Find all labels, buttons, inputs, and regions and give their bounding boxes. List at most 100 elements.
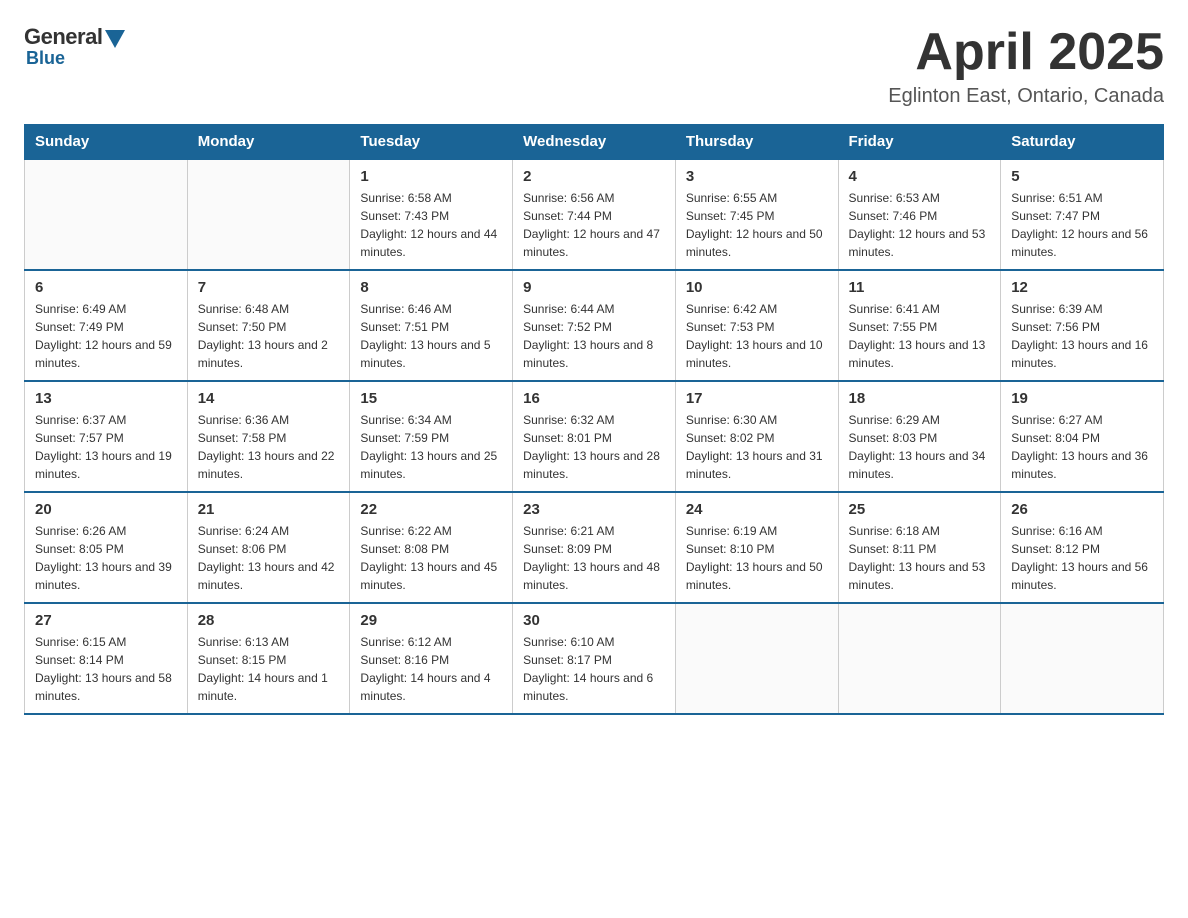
calendar-cell bbox=[25, 159, 188, 270]
day-info: Sunrise: 6:27 AMSunset: 8:04 PMDaylight:… bbox=[1011, 411, 1153, 483]
calendar-week-row: 27 Sunrise: 6:15 AMSunset: 8:14 PMDayligh… bbox=[25, 603, 1164, 714]
location-text: Eglinton East, Ontario, Canada bbox=[888, 85, 1164, 108]
calendar-cell: 30Sunrise: 6:10 AMSunset: 8:17 PMDayligh… bbox=[513, 603, 676, 714]
day-of-week-header: Tuesday bbox=[350, 125, 513, 160]
day-info: Sunrise: 6:19 AMSunset: 8:10 PMDaylight:… bbox=[686, 522, 828, 594]
calendar-cell: 24 Sunrise: 6:19 AMSunset: 8:10 PMDayligh… bbox=[675, 492, 838, 603]
day-of-week-header: Friday bbox=[838, 125, 1001, 160]
calendar-cell: 6 Sunrise: 6:49 AMSunset: 7:49 PMDaylight… bbox=[25, 270, 188, 381]
calendar-week-row: 6 Sunrise: 6:49 AMSunset: 7:49 PMDaylight… bbox=[25, 270, 1164, 381]
day-number: 21 bbox=[198, 501, 340, 518]
day-info: Sunrise: 6:34 AMSunset: 7:59 PMDaylight:… bbox=[360, 411, 502, 483]
day-info: Sunrise: 6:32 AMSunset: 8:01 PMDaylight:… bbox=[523, 411, 665, 483]
day-info: Sunrise: 6:18 AMSunset: 8:11 PMDaylight:… bbox=[849, 522, 991, 594]
day-info: Sunrise: 6:55 AMSunset: 7:45 PMDaylight:… bbox=[686, 189, 828, 261]
day-number: 22 bbox=[360, 501, 502, 518]
calendar-cell: 12Sunrise: 6:39 AMSunset: 7:56 PMDayligh… bbox=[1001, 270, 1164, 381]
day-info: Sunrise: 6:26 AMSunset: 8:05 PMDaylight:… bbox=[35, 522, 177, 594]
calendar-cell: 19 Sunrise: 6:27 AMSunset: 8:04 PMDayligh… bbox=[1001, 381, 1164, 492]
day-number: 17 bbox=[686, 390, 828, 407]
calendar-cell: 13 Sunrise: 6:37 AMSunset: 7:57 PMDayligh… bbox=[25, 381, 188, 492]
calendar-cell: 1 Sunrise: 6:58 AMSunset: 7:43 PMDaylight… bbox=[350, 159, 513, 270]
day-of-week-header: Sunday bbox=[25, 125, 188, 160]
day-info: Sunrise: 6:30 AMSunset: 8:02 PMDaylight:… bbox=[686, 411, 828, 483]
day-number: 25 bbox=[849, 501, 991, 518]
calendar-cell: 16 Sunrise: 6:32 AMSunset: 8:01 PMDayligh… bbox=[513, 381, 676, 492]
calendar-cell: 14Sunrise: 6:36 AMSunset: 7:58 PMDayligh… bbox=[187, 381, 350, 492]
day-info: Sunrise: 6:16 AMSunset: 8:12 PMDaylight:… bbox=[1011, 522, 1153, 594]
calendar-cell: 8 Sunrise: 6:46 AMSunset: 7:51 PMDaylight… bbox=[350, 270, 513, 381]
calendar-cell: 22 Sunrise: 6:22 AMSunset: 8:08 PMDayligh… bbox=[350, 492, 513, 603]
day-info: Sunrise: 6:46 AMSunset: 7:51 PMDaylight:… bbox=[360, 300, 502, 372]
logo-general-text: General bbox=[24, 24, 102, 50]
page-header: General Blue April 2025 Eglinton East, O… bbox=[24, 24, 1164, 108]
calendar-cell: 9Sunrise: 6:44 AMSunset: 7:52 PMDaylight… bbox=[513, 270, 676, 381]
day-info: Sunrise: 6:48 AMSunset: 7:50 PMDaylight:… bbox=[198, 300, 340, 372]
calendar-cell: 20 Sunrise: 6:26 AMSunset: 8:05 PMDayligh… bbox=[25, 492, 188, 603]
calendar-cell: 26 Sunrise: 6:16 AMSunset: 8:12 PMDayligh… bbox=[1001, 492, 1164, 603]
day-number: 26 bbox=[1011, 501, 1153, 518]
calendar-week-row: 20 Sunrise: 6:26 AMSunset: 8:05 PMDayligh… bbox=[25, 492, 1164, 603]
day-number: 3 bbox=[686, 168, 828, 185]
day-info: Sunrise: 6:51 AMSunset: 7:47 PMDaylight:… bbox=[1011, 189, 1153, 261]
day-number: 27 bbox=[35, 612, 177, 629]
calendar-cell bbox=[675, 603, 838, 714]
day-of-week-header: Thursday bbox=[675, 125, 838, 160]
calendar-cell: 11Sunrise: 6:41 AMSunset: 7:55 PMDayligh… bbox=[838, 270, 1001, 381]
calendar-cell: 25 Sunrise: 6:18 AMSunset: 8:11 PMDayligh… bbox=[838, 492, 1001, 603]
day-number: 4 bbox=[849, 168, 991, 185]
calendar-cell bbox=[187, 159, 350, 270]
day-number: 6 bbox=[35, 279, 177, 296]
day-number: 28 bbox=[198, 612, 340, 629]
calendar-cell: 17 Sunrise: 6:30 AMSunset: 8:02 PMDayligh… bbox=[675, 381, 838, 492]
calendar-header: SundayMondayTuesdayWednesdayThursdayFrid… bbox=[25, 125, 1164, 160]
calendar-table: SundayMondayTuesdayWednesdayThursdayFrid… bbox=[24, 124, 1164, 715]
day-number: 24 bbox=[686, 501, 828, 518]
calendar-cell bbox=[1001, 603, 1164, 714]
day-number: 18 bbox=[849, 390, 991, 407]
day-info: Sunrise: 6:37 AMSunset: 7:57 PMDaylight:… bbox=[35, 411, 177, 483]
calendar-cell: 10 Sunrise: 6:42 AMSunset: 7:53 PMDayligh… bbox=[675, 270, 838, 381]
calendar-cell: 7Sunrise: 6:48 AMSunset: 7:50 PMDaylight… bbox=[187, 270, 350, 381]
day-number: 1 bbox=[360, 168, 502, 185]
day-info: Sunrise: 6:42 AMSunset: 7:53 PMDaylight:… bbox=[686, 300, 828, 372]
day-info: Sunrise: 6:29 AMSunset: 8:03 PMDaylight:… bbox=[849, 411, 991, 483]
calendar-cell: 29Sunrise: 6:12 AMSunset: 8:16 PMDayligh… bbox=[350, 603, 513, 714]
day-info: Sunrise: 6:22 AMSunset: 8:08 PMDaylight:… bbox=[360, 522, 502, 594]
day-number: 8 bbox=[360, 279, 502, 296]
day-info: Sunrise: 6:24 AMSunset: 8:06 PMDaylight:… bbox=[198, 522, 340, 594]
calendar-title: April 2025 bbox=[888, 24, 1164, 81]
day-info: Sunrise: 6:12 AMSunset: 8:16 PMDaylight:… bbox=[360, 633, 502, 705]
calendar-cell: 18 Sunrise: 6:29 AMSunset: 8:03 PMDayligh… bbox=[838, 381, 1001, 492]
day-number: 12 bbox=[1011, 279, 1153, 296]
calendar-cell: 15 Sunrise: 6:34 AMSunset: 7:59 PMDayligh… bbox=[350, 381, 513, 492]
day-number: 11 bbox=[849, 279, 991, 296]
title-section: April 2025 Eglinton East, Ontario, Canad… bbox=[888, 24, 1164, 108]
day-of-week-header: Saturday bbox=[1001, 125, 1164, 160]
calendar-cell bbox=[838, 603, 1001, 714]
calendar-cell: 23Sunrise: 6:21 AMSunset: 8:09 PMDayligh… bbox=[513, 492, 676, 603]
day-number: 19 bbox=[1011, 390, 1153, 407]
day-number: 10 bbox=[686, 279, 828, 296]
day-info: Sunrise: 6:15 AMSunset: 8:14 PMDaylight:… bbox=[35, 633, 177, 705]
day-info: Sunrise: 6:53 AMSunset: 7:46 PMDaylight:… bbox=[849, 189, 991, 261]
day-number: 23 bbox=[523, 501, 665, 518]
calendar-cell: 28 Sunrise: 6:13 AMSunset: 8:15 PMDayligh… bbox=[187, 603, 350, 714]
calendar-body: 1 Sunrise: 6:58 AMSunset: 7:43 PMDaylight… bbox=[25, 159, 1164, 714]
day-number: 30 bbox=[523, 612, 665, 629]
calendar-cell: 2 Sunrise: 6:56 AMSunset: 7:44 PMDaylight… bbox=[513, 159, 676, 270]
calendar-cell: 5 Sunrise: 6:51 AMSunset: 7:47 PMDaylight… bbox=[1001, 159, 1164, 270]
day-number: 2 bbox=[523, 168, 665, 185]
day-number: 5 bbox=[1011, 168, 1153, 185]
day-number: 20 bbox=[35, 501, 177, 518]
logo: General Blue bbox=[24, 24, 125, 69]
day-number: 15 bbox=[360, 390, 502, 407]
day-info: Sunrise: 6:49 AMSunset: 7:49 PMDaylight:… bbox=[35, 300, 177, 372]
days-of-week-row: SundayMondayTuesdayWednesdayThursdayFrid… bbox=[25, 125, 1164, 160]
day-info: Sunrise: 6:56 AMSunset: 7:44 PMDaylight:… bbox=[523, 189, 665, 261]
day-info: Sunrise: 6:13 AMSunset: 8:15 PMDaylight:… bbox=[198, 633, 340, 705]
day-info: Sunrise: 6:58 AMSunset: 7:43 PMDaylight:… bbox=[360, 189, 502, 261]
day-number: 16 bbox=[523, 390, 665, 407]
day-number: 9 bbox=[523, 279, 665, 296]
day-number: 13 bbox=[35, 390, 177, 407]
